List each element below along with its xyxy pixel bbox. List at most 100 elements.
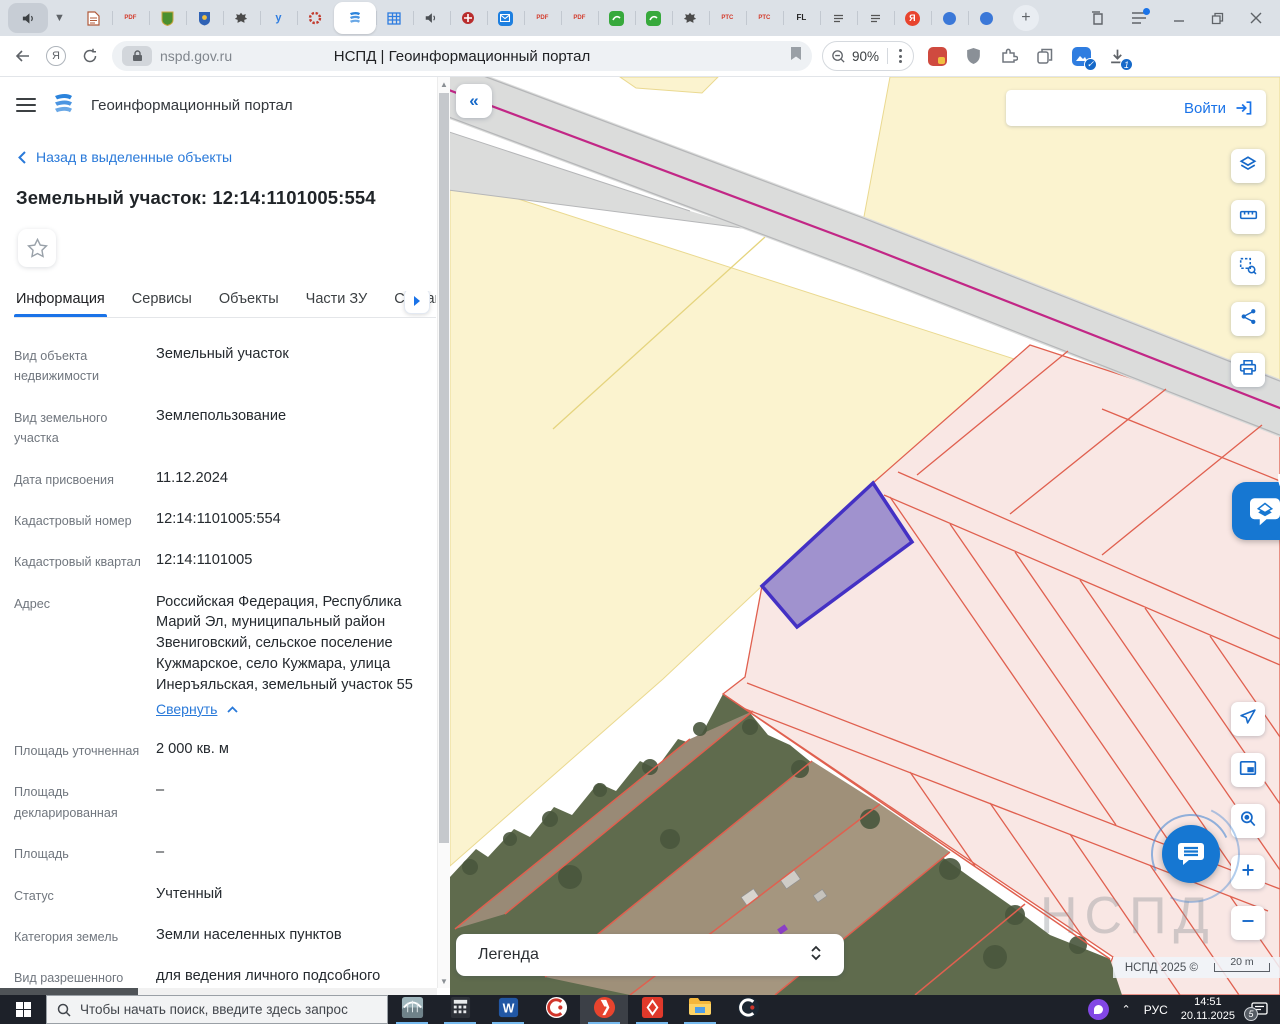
- field-value: 12:14:1101005:554: [156, 510, 281, 527]
- extension-paint-icon[interactable]: [924, 43, 950, 69]
- minimize-icon[interactable]: [1173, 12, 1185, 24]
- taskbar-app-sas-planet[interactable]: [388, 995, 436, 1024]
- browser-tab-pdf[interactable]: PDF: [560, 0, 598, 36]
- notification-center-icon[interactable]: 5: [1244, 1000, 1270, 1021]
- yandex-home-icon[interactable]: Я: [44, 44, 68, 68]
- browser-tab-pdf[interactable]: PDF: [111, 0, 149, 36]
- menu-icon[interactable]: [1131, 8, 1150, 25]
- zoom-level: 90%: [852, 48, 880, 64]
- ruler-icon: [1239, 206, 1258, 229]
- feedback-widget-button[interactable]: [1232, 474, 1280, 540]
- tab-panel-icon[interactable]: [1089, 10, 1105, 26]
- taskbar-app-yandex-disk[interactable]: [628, 995, 676, 1024]
- browser-tab-rts[interactable]: РТС: [708, 0, 746, 36]
- panel-horizontal-scrollbar[interactable]: [0, 988, 437, 995]
- browser-tab-green-app[interactable]: [597, 0, 635, 36]
- tab-audio-control[interactable]: ▼: [8, 3, 69, 33]
- browser-tab-rosette[interactable]: [296, 0, 334, 36]
- panel-collapse-button[interactable]: «: [456, 84, 492, 118]
- map-tool-share-button[interactable]: [1231, 302, 1265, 336]
- legend-toggle[interactable]: Легенда: [456, 934, 844, 976]
- browser-tab-fl[interactable]: FL: [782, 0, 820, 36]
- map-tool-search-place-button[interactable]: [1231, 804, 1265, 838]
- extension-shield-icon[interactable]: [960, 43, 986, 69]
- map-tool-layers-button[interactable]: [1231, 149, 1265, 183]
- field-row: Площадь уточненная 2 000 кв. м: [14, 739, 428, 761]
- browser-tab-yandex[interactable]: Я: [893, 0, 931, 36]
- browser-tab-crest-green[interactable]: [148, 0, 186, 36]
- panel-vertical-scrollbar[interactable]: ▲ ▼: [437, 77, 450, 988]
- bookmark-icon[interactable]: [790, 46, 802, 66]
- browser-tab-table[interactable]: [375, 0, 413, 36]
- browser-tab-dot-blue[interactable]: [930, 0, 968, 36]
- extension-screenshot-icon[interactable]: ✓: [1068, 43, 1098, 71]
- map-tool-minimap-button[interactable]: [1231, 753, 1265, 787]
- map-tool-select-area-button[interactable]: [1231, 251, 1265, 285]
- taskbar-app-calculator[interactable]: [436, 995, 484, 1024]
- tab-services[interactable]: Сервисы: [132, 291, 192, 307]
- zoom-control[interactable]: 90%: [822, 41, 915, 71]
- taskbar-app-yandex-browser[interactable]: [580, 995, 628, 1024]
- browser-tab-green-app[interactable]: [634, 0, 672, 36]
- tray-expand-icon[interactable]: ⌃: [1122, 1003, 1131, 1016]
- browser-tab-fab-text[interactable]: [856, 0, 894, 36]
- address-bar[interactable]: nspd.gov.ru НСПД | Геоинформационный пор…: [112, 41, 812, 71]
- extension-puzzle-icon[interactable]: [996, 43, 1022, 69]
- browser-tab-pdf[interactable]: PDF: [523, 0, 561, 36]
- collapse-address-link[interactable]: Свернуть: [156, 700, 217, 720]
- browser-tab-emblem-red[interactable]: [449, 0, 487, 36]
- browser-tab-y-letter[interactable]: у: [259, 0, 297, 36]
- support-chat-button[interactable]: [1162, 825, 1220, 883]
- back-to-selected-link[interactable]: Назад в выделенные объекты: [18, 149, 428, 165]
- new-tab-button[interactable]: +: [1012, 5, 1039, 31]
- map-viewport[interactable]: НСПД « Войти Легенда НСПД 2025 © 20 m: [450, 77, 1280, 995]
- map-tool-print-button[interactable]: [1231, 353, 1265, 387]
- browser-tab-shield-blue[interactable]: [185, 0, 223, 36]
- scrollbar-thumb[interactable]: [439, 93, 449, 843]
- browser-tab-fab-text[interactable]: [819, 0, 857, 36]
- map-tool-zoom-out-button[interactable]: [1231, 906, 1265, 940]
- yandex-browser-icon: [593, 996, 616, 1024]
- taskbar-app-word[interactable]: W: [484, 995, 532, 1024]
- chevron-up-icon[interactable]: [227, 699, 239, 720]
- map-tool-locate-button[interactable]: [1231, 702, 1265, 736]
- tab-information[interactable]: Информация: [14, 291, 107, 317]
- chevron-down-icon[interactable]: ▼: [50, 12, 69, 24]
- screen: ▼ PDF у PDF PDF РТС РТС FL Я + Я nspd.gov.ru НС…: [0, 0, 1280, 1024]
- refresh-icon[interactable]: [78, 44, 102, 68]
- restore-icon[interactable]: [1211, 12, 1224, 25]
- lock-icon[interactable]: [122, 46, 152, 66]
- taskbar-search[interactable]: Чтобы начать поиск, введите здесь запрос: [46, 995, 388, 1024]
- download-icon[interactable]: 1: [1104, 43, 1134, 71]
- alice-icon[interactable]: [1087, 999, 1109, 1020]
- browser-tab-nspd[interactable]: [333, 2, 376, 34]
- more-options-icon[interactable]: [896, 49, 905, 63]
- browser-tab-mail[interactable]: [486, 0, 524, 36]
- chat-bubble-icon: [1178, 843, 1204, 865]
- tab-objects[interactable]: Объекты: [219, 291, 279, 307]
- taskbar-app-corel-draw[interactable]: [532, 995, 580, 1024]
- field-label: Адрес: [14, 596, 51, 611]
- browser-tab-rts[interactable]: РТС: [745, 0, 783, 36]
- tab-parcel-parts[interactable]: Части ЗУ: [306, 291, 368, 307]
- taskbar-app-explorer[interactable]: [676, 995, 724, 1024]
- start-button[interactable]: [0, 995, 46, 1024]
- favorite-star-button[interactable]: [18, 229, 56, 267]
- back-icon[interactable]: [10, 44, 34, 68]
- field-value: 12:14:1101005: [156, 552, 253, 569]
- menu-burger-icon[interactable]: [16, 98, 36, 112]
- clock[interactable]: 14:51 20.11.2025: [1181, 996, 1235, 1022]
- language-indicator[interactable]: РУС: [1144, 1003, 1168, 1017]
- login-button[interactable]: Войти: [1006, 90, 1266, 126]
- browser-tab-doc[interactable]: [75, 0, 112, 36]
- browser-tab-speaker[interactable]: [412, 0, 450, 36]
- close-icon[interactable]: [1250, 12, 1262, 24]
- browser-tab-eagle[interactable]: [222, 0, 260, 36]
- map-tool-ruler-button[interactable]: [1231, 200, 1265, 234]
- browser-tab-dot-blue[interactable]: [967, 0, 1005, 36]
- browser-tab-eagle[interactable]: [671, 0, 709, 36]
- tabs-scroll-right-button[interactable]: [404, 291, 430, 314]
- extension-tabs-icon[interactable]: [1032, 43, 1058, 69]
- tabs-row: PDF у PDF PDF РТС РТС FL Я: [75, 0, 1005, 36]
- taskbar-app-ccleaner[interactable]: [724, 995, 772, 1024]
